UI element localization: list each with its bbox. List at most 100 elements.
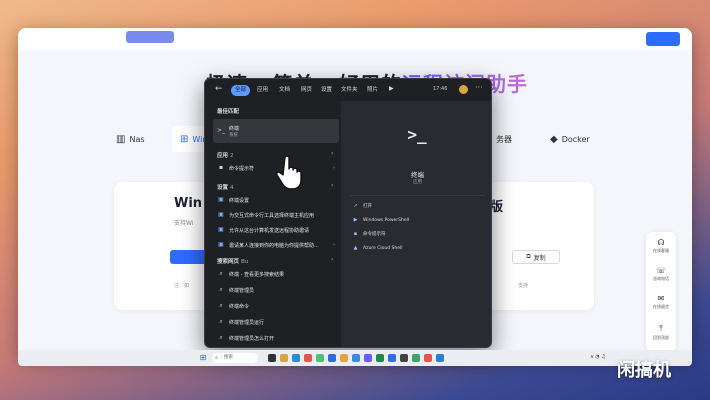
filter-web[interactable]: 网页 xyxy=(297,85,316,96)
taskbar-search-box[interactable]: ⌕ 搜索 xyxy=(212,353,258,363)
action-label: Azure Cloud Shell xyxy=(363,245,403,251)
setting-label: 允许从这台计算机发送远程协助邀请 xyxy=(229,227,310,234)
filter-photos[interactable]: 照片 xyxy=(363,85,382,96)
windows-start-icon[interactable]: ⊞ xyxy=(198,353,208,363)
action-powershell[interactable]: ▶ Windows PowerShell xyxy=(352,215,410,225)
tab-nas[interactable]: ▥ Nas xyxy=(108,126,153,152)
setting-label: 为交互式命令行工具选择终端主机应用 xyxy=(229,212,315,219)
filter-all[interactable]: 全部 xyxy=(231,85,251,96)
cmd-icon: ▪ xyxy=(218,164,224,171)
web-result-label: 终端管理员运行 xyxy=(229,319,265,326)
open-icon: ↗ xyxy=(353,203,358,209)
watermark-text: 闲搞机 xyxy=(617,360,671,381)
preview-divider xyxy=(350,195,485,196)
setting-item[interactable]: ▣ 为交互式命令行工具选择终端主机应用 xyxy=(213,208,339,222)
setting-item[interactable]: ▣ 邀请某人连接到你的电脑为你提供帮助... › xyxy=(213,238,339,252)
terminal-icon[interactable] xyxy=(400,354,408,362)
settings-count: 4 xyxy=(230,185,234,191)
chevron-right-icon: › xyxy=(333,242,335,248)
settings-icon: ▣ xyxy=(218,226,224,233)
app-icon[interactable] xyxy=(352,354,360,362)
filter-apps[interactable]: 应用 xyxy=(253,85,272,96)
chevron-right-icon[interactable]: › xyxy=(331,150,333,157)
play-icon[interactable]: ▶ xyxy=(389,85,394,92)
app-icon[interactable] xyxy=(424,354,432,362)
copy-icon: ⧉ xyxy=(526,253,531,260)
search-icon: ⌕ xyxy=(219,286,223,293)
phone-icon: ☏ xyxy=(655,266,666,275)
web-result[interactable]: ⌕ 终端管理员 xyxy=(213,283,339,297)
online-service-button[interactable]: ☊ 在线客服 xyxy=(646,238,676,254)
apps-count: 2 xyxy=(230,153,234,159)
tab-server[interactable]: 务器 xyxy=(488,126,520,152)
result-terminal[interactable]: >_ 终端 系统 xyxy=(213,119,339,143)
app-icon[interactable] xyxy=(412,354,420,362)
float-label: 咨询电话 xyxy=(653,276,669,281)
card-note-right: 支持 xyxy=(518,283,529,289)
site-logo[interactable] xyxy=(126,31,174,43)
app-icon[interactable] xyxy=(388,354,396,362)
explorer-icon[interactable] xyxy=(280,354,288,362)
app-icon[interactable] xyxy=(376,354,384,362)
phone-button[interactable]: ☏ 咨询电话 xyxy=(646,266,676,282)
search-results-list: 最佳匹配 >_ 终端 系统 应用 2 › ▪ 命令提示符 › 设置 4 › ▣ 终端设… xyxy=(211,105,341,345)
app-icon[interactable] xyxy=(436,354,444,362)
app-icon[interactable] xyxy=(304,354,312,362)
web-result[interactable]: ⌕ 终端 - 查看更多搜索结果 xyxy=(213,267,339,281)
nas-icon: ▥ xyxy=(116,133,126,145)
windows-search-panel: ← 全部 应用 文档 网页 设置 文件夹 照片 ▶ 17:46 ··· 最佳匹配… xyxy=(204,78,492,348)
web-result[interactable]: ⌕ 终端管理员运行 xyxy=(213,315,339,329)
card-description: 支持Wi xyxy=(174,220,194,227)
filter-settings[interactable]: 设置 xyxy=(317,85,336,96)
chat-icon: ✉ xyxy=(657,294,665,303)
search-filter-bar: ← 全部 应用 文档 网页 设置 文件夹 照片 ▶ 17:46 ··· xyxy=(205,79,491,101)
search-icon: ⌕ xyxy=(215,355,218,361)
apps-heading: 应用 2 xyxy=(217,151,234,159)
tab-docker[interactable]: ◆ Docker xyxy=(542,126,598,152)
web-result[interactable]: ⌕ 终端命令 xyxy=(213,299,339,313)
terminal-app-icon: >_ xyxy=(407,125,427,144)
settings-heading-text: 设置 xyxy=(217,185,229,191)
filter-folders[interactable]: 文件夹 xyxy=(337,85,362,96)
cmd-icon: ▪ xyxy=(353,231,358,237)
action-azure[interactable]: ▲ Azure Cloud Shell xyxy=(352,243,403,253)
wechat-icon[interactable] xyxy=(316,354,324,362)
floating-toolbar: ☊ 在线客服 ☏ 咨询电话 ✉ 在线留言 ⤒ 回到顶部 xyxy=(646,232,676,352)
chevron-right-icon[interactable]: › xyxy=(331,256,333,263)
back-arrow-icon[interactable]: ← xyxy=(215,84,223,94)
login-button[interactable] xyxy=(646,32,680,46)
preview-title: 终端 xyxy=(411,171,424,179)
app-icon[interactable] xyxy=(340,354,348,362)
site-header xyxy=(18,28,692,50)
setting-item[interactable]: ▣ 允许从这台计算机发送远程协助邀请 xyxy=(213,223,339,237)
action-open[interactable]: ↗ 打开 xyxy=(352,201,372,211)
web-result-label: 终端管理员怎么打开 xyxy=(229,335,275,342)
app-icon[interactable] xyxy=(364,354,372,362)
setting-label: 邀请某人连接到你的电脑为你提供帮助... xyxy=(229,242,319,249)
task-view-icon[interactable] xyxy=(268,354,276,362)
taskbar-search-placeholder: 搜索 xyxy=(224,355,233,360)
action-label: 命令提示符 xyxy=(363,232,386,237)
web-result[interactable]: ⌕ 终端管理员怎么打开 xyxy=(213,331,339,345)
result-subtitle: 系统 xyxy=(229,132,238,138)
app-icon[interactable] xyxy=(328,354,336,362)
web-result-label: 终端 - 查看更多搜索结果 xyxy=(229,271,284,278)
copy-label: 复制 xyxy=(533,254,546,262)
windows-icon: ⊞ xyxy=(180,133,189,145)
copy-button[interactable]: ⧉ 复制 xyxy=(512,250,560,264)
setting-item[interactable]: ▣ 终端设置 xyxy=(213,193,339,207)
edge-icon[interactable] xyxy=(292,354,300,362)
chevron-right-icon[interactable]: › xyxy=(331,182,333,189)
float-label: 在线留言 xyxy=(653,304,669,309)
system-tray[interactable]: ∧ ◔ ♫ xyxy=(590,354,606,360)
settings-heading: 设置 4 xyxy=(217,183,234,191)
web-search-heading: 搜索网页 Bu xyxy=(217,257,248,265)
hand-cursor-icon xyxy=(276,155,302,190)
more-options-icon[interactable]: ··· xyxy=(475,83,483,92)
action-cmd[interactable]: ▪ 命令提示符 xyxy=(352,229,386,239)
back-to-top-button[interactable]: ⤒ 回到顶部 xyxy=(646,324,676,341)
filter-documents[interactable]: 文档 xyxy=(275,85,294,96)
avatar[interactable] xyxy=(459,85,468,94)
message-button[interactable]: ✉ 在线留言 xyxy=(646,294,676,310)
card-note: 注：如 xyxy=(174,283,190,289)
